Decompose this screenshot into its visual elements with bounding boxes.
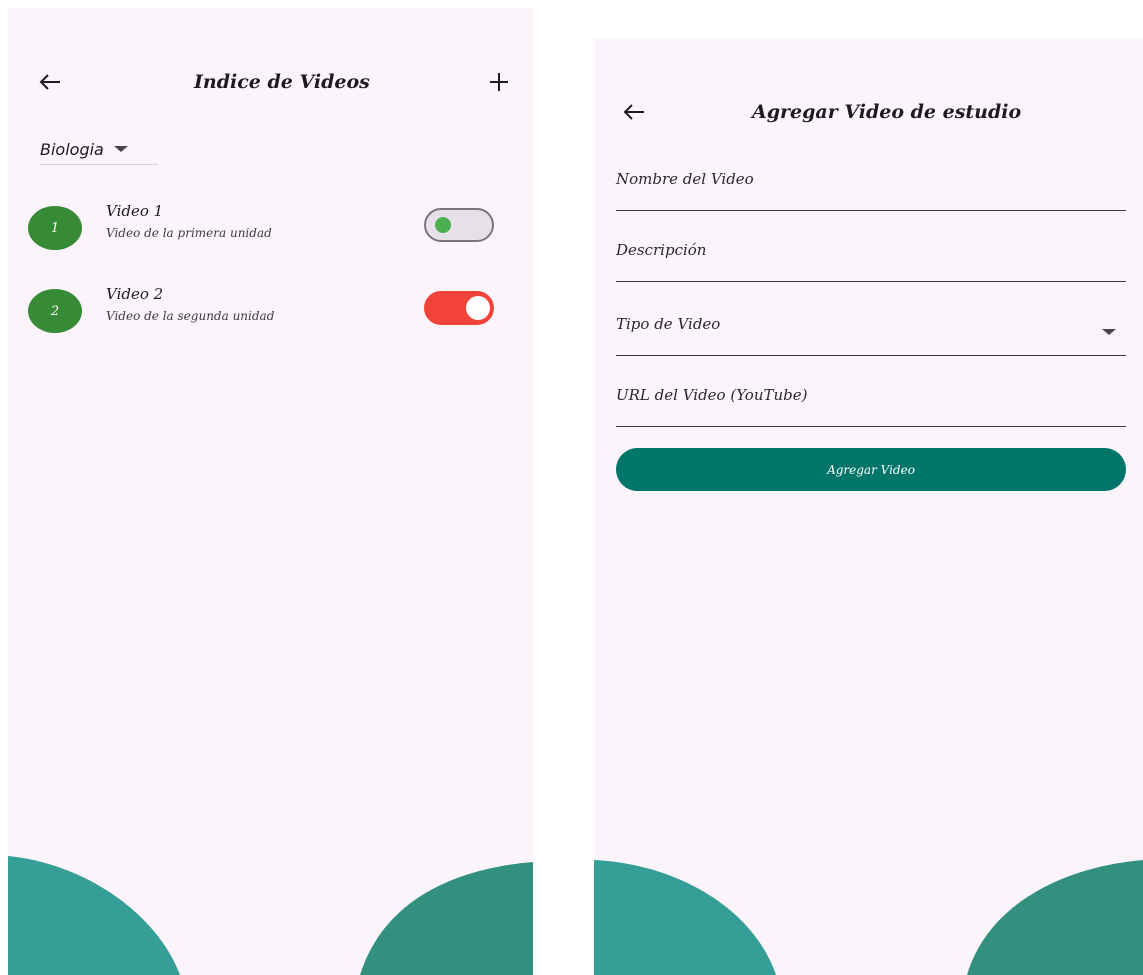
description-placeholder: Descripción (616, 241, 707, 259)
caret-down-icon (1102, 329, 1116, 335)
subject-dropdown-value: Biologia (40, 139, 104, 159)
add-video-button[interactable]: Agregar Video (616, 448, 1126, 491)
decorative-wave (8, 856, 533, 975)
video-url-field[interactable]: URL del Video (YouTube) (616, 376, 1126, 427)
arrow-left-icon (623, 104, 644, 120)
decorative-wave (594, 860, 1143, 975)
description-field[interactable]: Descripción (616, 231, 1126, 282)
video-index-screen: Indice de Videos Biologia 1 Video 1 Vide… (8, 8, 533, 975)
back-button[interactable] (30, 62, 70, 102)
video-number-avatar: 1 (28, 206, 82, 250)
video-visibility-toggle[interactable] (424, 208, 494, 242)
video-type-dropdown[interactable]: Tipo de Video (616, 305, 1126, 356)
video-list-item[interactable]: 1 Video 1 Video de la primera unidad (28, 202, 518, 258)
video-name-placeholder: Nombre del Video (616, 170, 754, 188)
arrow-left-icon (39, 74, 60, 90)
video-name-field[interactable]: Nombre del Video (616, 160, 1126, 211)
video-title: Video 2 (106, 285, 164, 303)
video-title: Video 1 (106, 202, 164, 220)
video-list-item[interactable]: 2 Video 2 Video de la segunda unidad (28, 285, 518, 341)
video-number-avatar: 2 (28, 289, 82, 333)
subject-dropdown[interactable]: Biologia (40, 134, 158, 165)
status-bar (8, 8, 533, 34)
back-button[interactable] (614, 92, 654, 132)
video-description: Video de la primera unidad (106, 226, 272, 240)
page-title: Indice de Videos (194, 71, 370, 93)
add-video-button[interactable] (479, 62, 519, 102)
toggle-knob (466, 296, 490, 320)
video-description: Video de la segunda unidad (106, 309, 275, 323)
page-title: Agregar Video de estudio (752, 101, 1022, 123)
caret-down-icon (113, 146, 128, 152)
plus-icon (490, 73, 508, 91)
video-type-placeholder: Tipo de Video (616, 315, 721, 333)
add-video-screen: Agregar Video de estudio Nombre del Vide… (594, 38, 1143, 975)
status-bar (594, 38, 1143, 64)
video-url-placeholder: URL del Video (YouTube) (616, 386, 808, 404)
video-visibility-toggle[interactable] (424, 291, 494, 325)
toggle-knob (435, 217, 451, 233)
